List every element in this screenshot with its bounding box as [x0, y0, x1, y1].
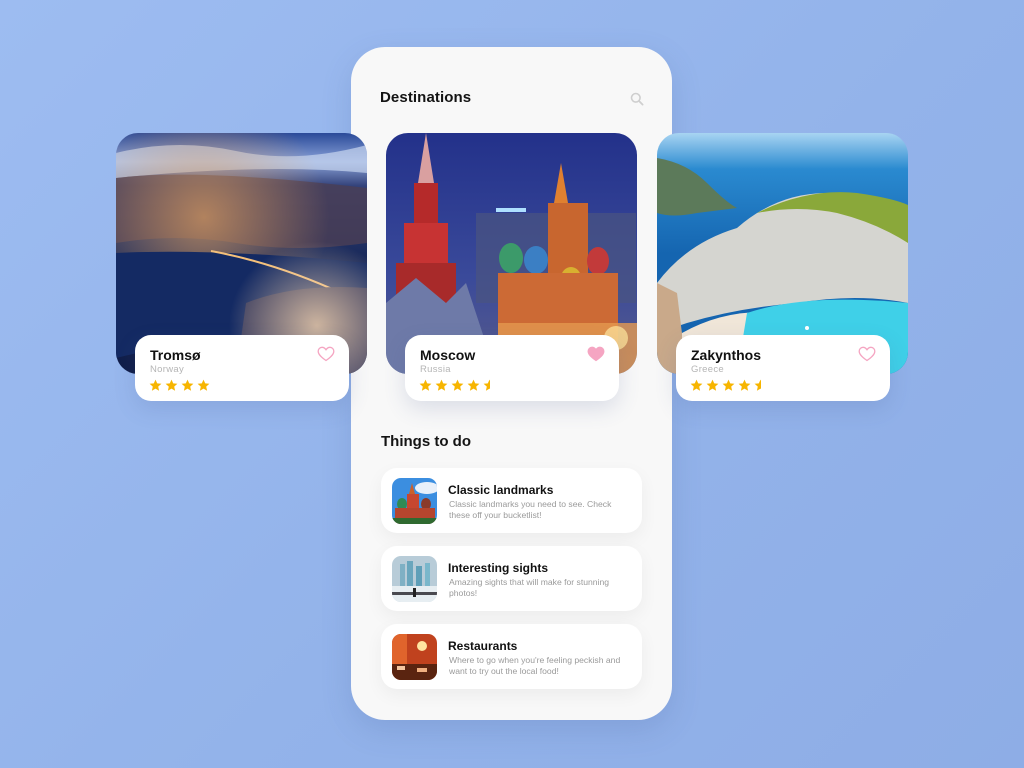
star-icon — [435, 379, 448, 391]
half-star-icon — [754, 379, 761, 391]
star-icon — [197, 379, 210, 391]
todo-item-restaurants[interactable]: Restaurants Where to go when you're feel… — [381, 624, 642, 689]
destination-country: Greece — [691, 364, 724, 375]
star-rating — [690, 379, 761, 392]
heart-outline-icon[interactable] — [317, 346, 335, 362]
star-icon — [165, 379, 178, 391]
todo-description: Amazing sights that will make for stunni… — [449, 577, 610, 598]
star-icon — [706, 379, 719, 391]
todo-title: Restaurants — [448, 639, 518, 653]
star-rating — [419, 379, 490, 392]
heart-outline-icon[interactable] — [858, 346, 876, 362]
destination-name: Tromsø — [150, 347, 201, 363]
star-rating — [149, 379, 210, 392]
todo-item-classic-landmarks[interactable]: Classic landmarks Classic landmarks you … — [381, 468, 642, 533]
star-icon — [722, 379, 735, 391]
restaurant-interior-thumbnail — [392, 634, 437, 680]
star-icon — [690, 379, 703, 391]
star-icon — [419, 379, 432, 391]
destination-country: Norway — [150, 364, 185, 375]
destination-info-tromso[interactable]: Tromsø Norway — [135, 335, 349, 401]
destination-country: Russia — [420, 364, 451, 375]
star-icon — [149, 379, 162, 391]
search-icon[interactable] — [630, 92, 644, 106]
half-star-icon — [483, 379, 490, 391]
destination-info-zakynthos[interactable]: Zakynthos Greece — [676, 335, 890, 401]
todo-title: Classic landmarks — [448, 483, 554, 497]
star-icon — [467, 379, 480, 391]
heart-filled-icon[interactable] — [587, 346, 605, 362]
star-icon — [181, 379, 194, 391]
star-icon — [738, 379, 751, 391]
destination-info-moscow[interactable]: Moscow Russia — [405, 335, 619, 401]
foggy-skyline-thumbnail — [392, 556, 437, 602]
todo-description: Classic landmarks you need to see. Check… — [449, 499, 612, 520]
cathedral-thumbnail — [392, 478, 437, 524]
star-icon — [451, 379, 464, 391]
todo-description: Where to go when you're feeling peckish … — [449, 655, 621, 676]
destination-name: Zakynthos — [691, 347, 762, 363]
todo-item-interesting-sights[interactable]: Interesting sights Amazing sights that w… — [381, 546, 642, 611]
destination-name: Moscow — [420, 347, 476, 363]
section-title-things-to-do: Things to do — [381, 433, 471, 450]
page-title: Destinations — [380, 89, 472, 106]
todo-title: Interesting sights — [448, 561, 549, 575]
